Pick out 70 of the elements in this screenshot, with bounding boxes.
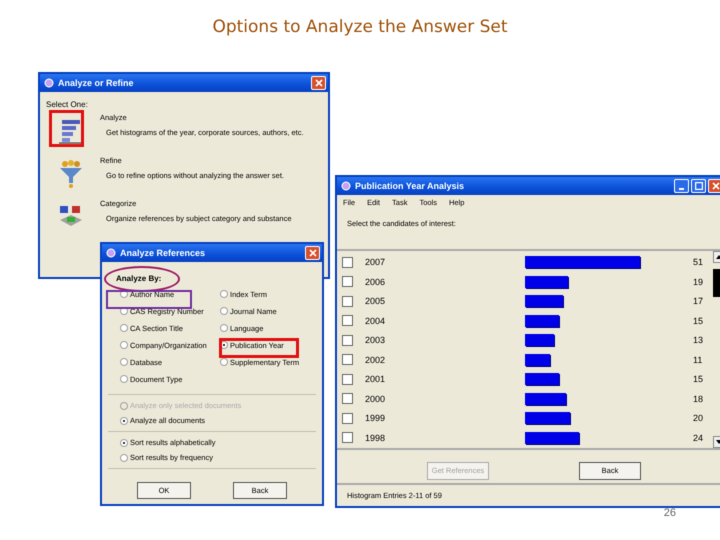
section-heading: Analyze By:: [116, 274, 162, 284]
close-icon: [712, 182, 720, 190]
radio-button[interactable]: [120, 438, 128, 446]
maximize-button[interactable]: [691, 179, 706, 193]
year-label: 2002: [365, 354, 386, 365]
radio-button[interactable]: [120, 416, 128, 424]
close-button[interactable]: [708, 179, 720, 193]
count-label: 13: [693, 335, 704, 346]
app-icon: [341, 181, 351, 191]
window-title: Publication Year Analysis: [355, 181, 466, 191]
histogram-bar: [525, 276, 568, 288]
window-title: Analyze or Refine: [58, 78, 135, 88]
histogram-bar: [525, 354, 550, 366]
checkbox[interactable]: [342, 354, 353, 366]
count-label: 17: [693, 296, 704, 306]
radio-button[interactable]: [220, 358, 228, 366]
radio-button[interactable]: [220, 290, 228, 298]
year-label: 1999: [365, 413, 386, 424]
histogram-bar: [525, 295, 564, 308]
maximize-icon: [694, 182, 702, 190]
page-number: 26: [664, 507, 676, 519]
year-label: 2001: [365, 374, 386, 384]
year-label: 1998: [365, 432, 386, 443]
year-label: 2007: [365, 257, 386, 268]
checkbox[interactable]: [342, 315, 353, 326]
app-icon: [106, 248, 116, 258]
window-title: Analyze References: [120, 248, 206, 258]
year-label: 2005: [365, 296, 386, 306]
year-label: 2003: [365, 335, 386, 346]
close-button[interactable]: [311, 76, 326, 90]
app-icon: [44, 78, 54, 88]
count-label: 18: [693, 394, 704, 404]
year-label: 2004: [365, 316, 386, 326]
count-label: 19: [693, 276, 704, 287]
checkbox[interactable]: [342, 393, 353, 404]
close-button[interactable]: [305, 246, 320, 260]
checkbox[interactable]: [342, 412, 353, 424]
count-label: 20: [693, 413, 704, 424]
year-label: 2006: [365, 276, 386, 287]
checkbox[interactable]: [342, 296, 353, 307]
radio-button[interactable]: [120, 324, 128, 332]
radio-button[interactable]: [120, 454, 128, 462]
histogram-bar: [525, 373, 559, 386]
radio-button[interactable]: [120, 341, 128, 349]
close-icon: [308, 249, 316, 257]
radio-button[interactable]: [220, 324, 228, 332]
slide-title: Options to Analyze the Answer Set: [211, 17, 509, 37]
count-label: 51: [693, 257, 704, 268]
count-label: 11: [693, 354, 704, 365]
checkbox[interactable]: [342, 374, 353, 385]
count-label: 15: [693, 374, 704, 384]
radio-button[interactable]: [120, 358, 128, 366]
year-label: 2000: [365, 394, 386, 404]
checkbox[interactable]: [342, 256, 353, 268]
histogram-bar: [525, 314, 559, 327]
histogram-bar: [525, 412, 570, 424]
radio-button[interactable]: [120, 375, 128, 383]
checkbox[interactable]: [342, 276, 353, 288]
checkbox[interactable]: [342, 334, 353, 346]
count-label: 15: [693, 316, 704, 326]
histogram-bar: [525, 432, 580, 444]
highlight-frame: [49, 110, 84, 147]
radio-button[interactable]: [220, 307, 228, 315]
histogram-bar: [525, 334, 554, 346]
minimize-button[interactable]: [674, 179, 689, 193]
histogram-bar: [525, 392, 566, 405]
prompt-label: Select One:: [46, 100, 89, 109]
count-label: 24: [693, 432, 704, 443]
close-icon: [314, 79, 322, 87]
checkbox[interactable]: [342, 432, 353, 444]
